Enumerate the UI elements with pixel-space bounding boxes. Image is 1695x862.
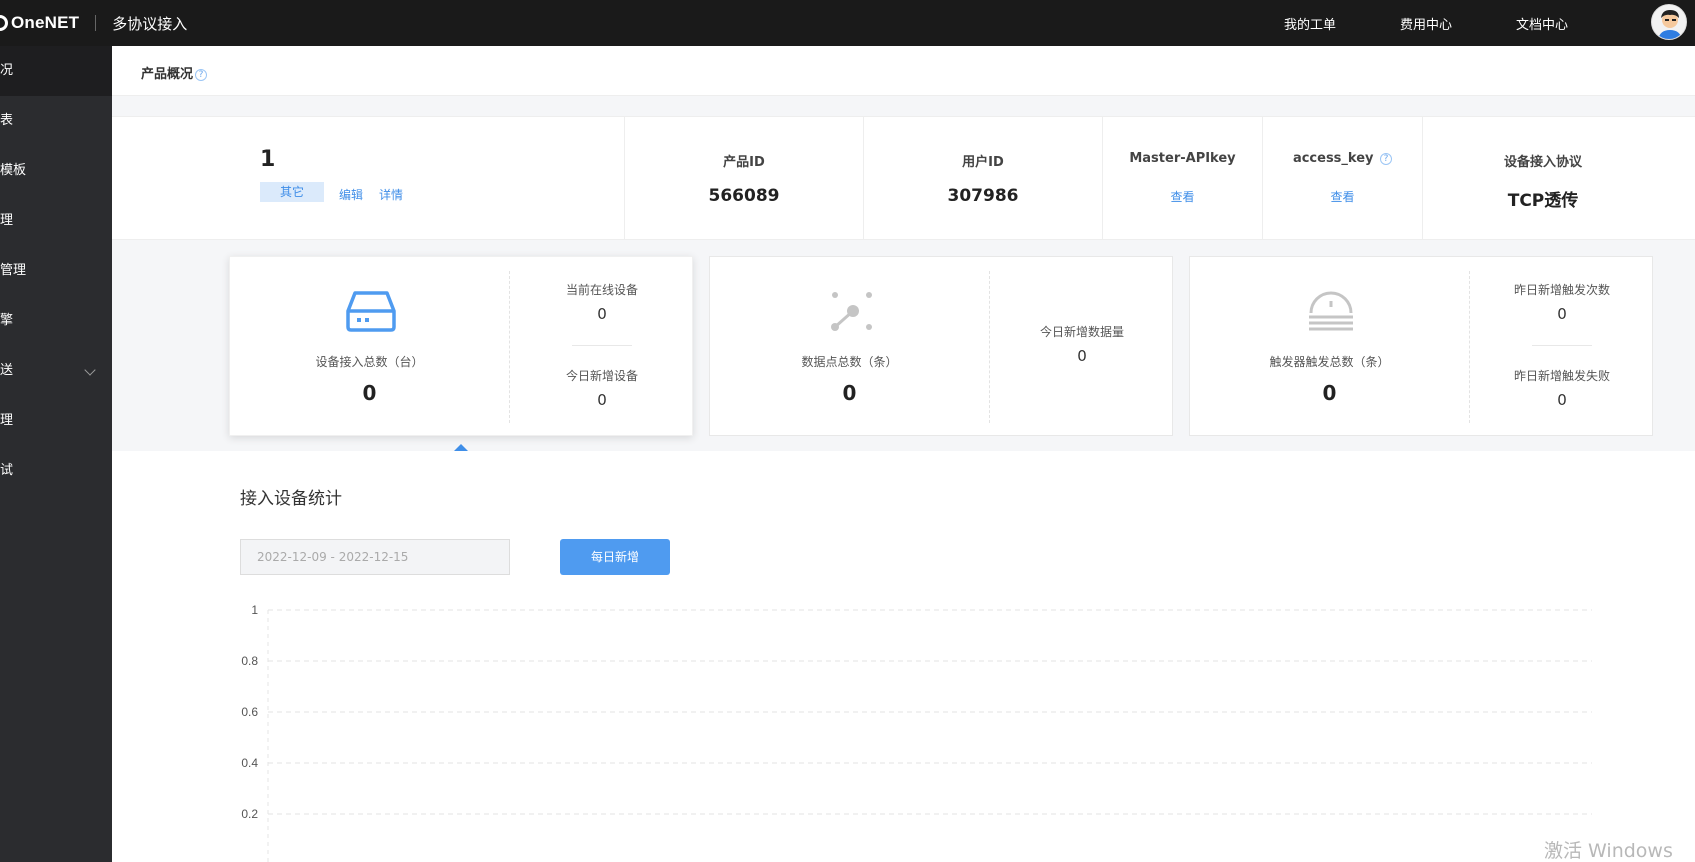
help-icon[interactable]: ? bbox=[195, 68, 208, 81]
user-id-label: 用户ID bbox=[962, 155, 1004, 170]
triggers-total-block: 触发器触发总数（条） 0 bbox=[1190, 257, 1469, 437]
master-apikey-cell: Master-APIkey 查看 bbox=[1102, 117, 1262, 239]
devices-detail-block: 当前在线设备 0 今日新增设备 0 bbox=[510, 257, 694, 437]
card-separator bbox=[572, 345, 632, 346]
devices-total-block: 设备接入总数（台） 0 bbox=[230, 257, 509, 437]
datapoint-scatter-icon bbox=[831, 292, 872, 331]
master-apikey-label: Master-APIkey bbox=[1129, 151, 1236, 166]
date-range-input[interactable]: 2022-12-09 - 2022-12-15 bbox=[240, 539, 510, 575]
nav-my-tickets[interactable]: 我的工单 bbox=[1284, 0, 1336, 46]
device-stats-chart: 1 0.8 0.6 0.4 0.2 bbox=[241, 603, 1592, 862]
product-id-value: 566089 bbox=[708, 186, 780, 206]
y-tick-label: 0.6 bbox=[241, 705, 258, 719]
logo-ring-icon bbox=[0, 15, 8, 31]
product-name: 1 bbox=[260, 147, 276, 172]
yesterday-trigger-fail-label: 昨日新增触发失败 bbox=[1513, 369, 1610, 383]
datapoints-total-value: 0 bbox=[842, 381, 857, 405]
device-hub-icon bbox=[346, 291, 396, 332]
y-tick-label: 0.2 bbox=[241, 807, 258, 821]
sidebar-item-engine[interactable]: 擎 bbox=[0, 296, 112, 346]
app-title: 多协议接入 bbox=[112, 14, 188, 33]
sidebar-item-label: 送 bbox=[0, 363, 14, 378]
access-key-view-link[interactable]: 查看 bbox=[1330, 190, 1354, 204]
stats-title: 接入设备统计 bbox=[240, 489, 342, 509]
user-avatar[interactable] bbox=[1651, 4, 1687, 40]
devices-total-label: 设备接入总数（台） bbox=[315, 355, 424, 369]
triggers-card[interactable]: 触发器触发总数（条） 0 昨日新增触发次数 0 昨日新增触发失败 0 bbox=[1189, 256, 1653, 436]
yesterday-trigger-count-label: 昨日新增触发次数 bbox=[1513, 283, 1610, 297]
daily-new-button[interactable]: 每日新增 bbox=[560, 539, 670, 575]
sidebar-item-push[interactable]: 送 bbox=[0, 346, 112, 396]
trigger-dome-icon bbox=[1309, 291, 1353, 331]
devices-total-value: 0 bbox=[362, 381, 377, 405]
logo-text: OneNET bbox=[11, 13, 80, 32]
y-tick-label: 0.4 bbox=[241, 756, 258, 770]
product-info-band: 1 其它 编辑 详情 产品ID 566089 用户ID 307986 Maste… bbox=[112, 116, 1695, 240]
detail-link[interactable]: 详情 bbox=[379, 186, 403, 203]
sidebar-item-manage[interactable]: 管理 bbox=[0, 246, 112, 296]
yesterday-trigger-fail-value: 0 bbox=[1557, 391, 1567, 409]
sidebar: 况 表 模板 理 管理 擎 送 理 试 bbox=[0, 46, 112, 862]
product-tag: 其它 bbox=[260, 182, 324, 202]
master-apikey-view-link[interactable]: 查看 bbox=[1170, 190, 1194, 204]
top-bar: OneNET 多协议接入 我的工单 费用中心 文档中心 bbox=[0, 0, 1695, 46]
user-id-value: 307986 bbox=[947, 186, 1019, 206]
protocol-cell: 设备接入协议 TCP透传 bbox=[1422, 117, 1663, 239]
chevron-down-icon bbox=[84, 364, 96, 376]
product-id-label: 产品ID bbox=[723, 155, 765, 170]
new-devices-value: 0 bbox=[597, 391, 607, 409]
card-separator bbox=[1532, 345, 1592, 346]
sidebar-item-admin[interactable]: 理 bbox=[0, 396, 112, 446]
nav-billing-center[interactable]: 费用中心 bbox=[1400, 0, 1452, 46]
datapoints-card[interactable]: 数据点总数（条） 0 今日新增数据量 0 bbox=[709, 256, 1173, 436]
today-data-value: 0 bbox=[1077, 347, 1087, 365]
product-id-cell: 产品ID 566089 bbox=[624, 117, 863, 239]
triggers-total-value: 0 bbox=[1322, 381, 1337, 405]
page-title-text: 产品概况 bbox=[141, 67, 194, 82]
access-key-label-wrap: access_key ? bbox=[1263, 151, 1422, 166]
yesterday-trigger-count-value: 0 bbox=[1557, 305, 1567, 323]
devices-card[interactable]: 设备接入总数（台） 0 当前在线设备 0 今日新增设备 0 bbox=[229, 256, 693, 436]
datapoints-detail-block: 今日新增数据量 0 bbox=[990, 257, 1174, 437]
title-divider bbox=[95, 15, 97, 31]
triggers-detail-block: 昨日新增触发次数 0 昨日新增触发失败 0 bbox=[1470, 257, 1654, 437]
y-tick-label: 1 bbox=[251, 603, 258, 617]
triggers-total-label: 触发器触发总数（条） bbox=[1269, 355, 1390, 369]
datapoints-total-block: 数据点总数（条） 0 bbox=[710, 257, 989, 437]
access-key-cell: access_key ? 查看 bbox=[1262, 117, 1422, 239]
nav-docs-center[interactable]: 文档中心 bbox=[1516, 0, 1568, 46]
today-data-label: 今日新增数据量 bbox=[1039, 325, 1124, 339]
online-devices-value: 0 bbox=[597, 305, 607, 323]
windows-activation-watermark: 激活 Windows bbox=[1544, 840, 1673, 862]
protocol-value: TCP透传 bbox=[1507, 191, 1579, 211]
onenet-logo[interactable]: OneNET bbox=[0, 13, 79, 33]
y-tick-label: 0.8 bbox=[241, 654, 258, 668]
user-id-cell: 用户ID 307986 bbox=[863, 117, 1102, 239]
sidebar-item-list[interactable]: 表 bbox=[0, 96, 112, 146]
datapoints-total-label: 数据点总数（条） bbox=[801, 355, 898, 369]
new-devices-label: 今日新增设备 bbox=[565, 369, 638, 383]
sidebar-item-management[interactable]: 理 bbox=[0, 196, 112, 246]
sidebar-item-template[interactable]: 模板 bbox=[0, 146, 112, 196]
page-title: 产品概况? bbox=[141, 63, 208, 82]
edit-link[interactable]: 编辑 bbox=[339, 186, 363, 203]
sidebar-item-overview[interactable]: 况 bbox=[0, 46, 112, 96]
sidebar-item-debug[interactable]: 试 bbox=[0, 446, 112, 496]
online-devices-label: 当前在线设备 bbox=[565, 283, 638, 297]
access-key-label: access_key bbox=[1292, 151, 1374, 166]
protocol-label: 设备接入协议 bbox=[1503, 155, 1582, 170]
page-header: 产品概况? bbox=[112, 46, 1695, 96]
access-key-help-icon[interactable]: ? bbox=[1380, 152, 1393, 165]
